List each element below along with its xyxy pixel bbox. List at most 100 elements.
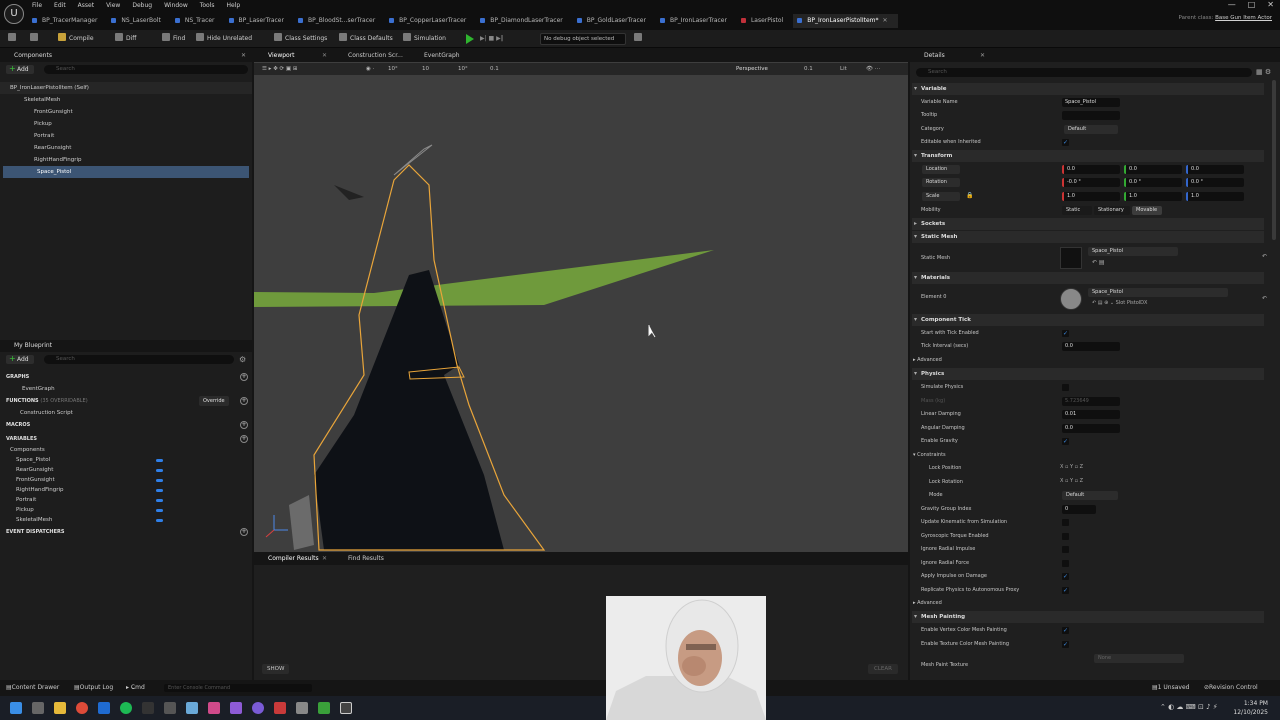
add-function-icon[interactable]: +: [240, 397, 248, 405]
app-icon[interactable]: [208, 702, 220, 714]
outlook-icon[interactable]: [98, 702, 110, 714]
simulation-button[interactable]: Simulation: [403, 33, 446, 45]
variable-item[interactable]: FrontGunsight: [0, 475, 252, 485]
rotation-z-input[interactable]: 0.0 °: [1186, 178, 1244, 187]
lock-icon[interactable]: 🔒: [966, 192, 973, 199]
menu-help[interactable]: Help: [221, 1, 247, 11]
menu-file[interactable]: File: [26, 1, 48, 11]
add-graph-icon[interactable]: +: [240, 373, 248, 381]
tab-ns-tracer[interactable]: NS_Tracer: [171, 14, 225, 28]
close-tab-icon[interactable]: ✕: [322, 552, 327, 565]
tick-interval-input[interactable]: 0.0: [1062, 342, 1120, 351]
materials-section[interactable]: Materials: [912, 272, 1264, 284]
tree-item-rear-gunsight[interactable]: RearGunsight: [0, 142, 252, 154]
location-snap-value[interactable]: 10: [422, 64, 429, 74]
mass-input[interactable]: 5.723649: [1062, 397, 1120, 406]
variable-item[interactable]: Portrait: [0, 495, 252, 505]
add-macro-icon[interactable]: +: [240, 421, 248, 429]
tree-item-self[interactable]: BP_IronLaserPistolItem (Self): [0, 82, 252, 94]
tab-bp-tracer-manager[interactable]: BP_TracerManager: [28, 14, 107, 28]
app-icon[interactable]: [252, 702, 264, 714]
show-flags-icon[interactable]: 👁 ⋯: [866, 64, 880, 74]
tab-bp-laser-tracer[interactable]: BP_LaserTracer: [225, 14, 294, 28]
play-icon[interactable]: [466, 34, 474, 44]
file-explorer-icon[interactable]: [54, 702, 66, 714]
windows-start-icon[interactable]: [10, 702, 22, 714]
details-scrollbar[interactable]: [1272, 80, 1276, 240]
gyroscopic-checkbox[interactable]: [1062, 533, 1069, 540]
cmd-dropdown[interactable]: ▸ Cmd ⌄: [126, 680, 145, 696]
physics-section[interactable]: Physics: [912, 368, 1264, 380]
output-log-button[interactable]: ▤ Output Log: [74, 680, 113, 696]
class-defaults-button[interactable]: Class Defaults: [339, 33, 393, 45]
lit-dropdown[interactable]: Lit: [840, 64, 847, 74]
rotation-y-input[interactable]: 0.0 °: [1124, 178, 1182, 187]
find-button[interactable]: Find: [162, 33, 185, 45]
lock-rotation-axes[interactable]: X ▫ Y ▫ Z: [1060, 478, 1083, 484]
advanced-expander-physics[interactable]: ▸ Advanced: [913, 598, 942, 608]
tab-viewport[interactable]: Viewport: [268, 50, 295, 62]
parent-class-link[interactable]: Base Gun Item Actor: [1215, 15, 1272, 21]
perspective-dropdown[interactable]: Perspective: [736, 64, 768, 74]
element0-dropdown[interactable]: Space_Pistol: [1088, 288, 1228, 297]
linear-damping-input[interactable]: 0.01: [1062, 410, 1120, 419]
components-search-input[interactable]: Search: [44, 65, 248, 74]
hide-unrelated-button[interactable]: Hide Unrelated: [196, 33, 252, 45]
variable-name-input[interactable]: Space_Pistol: [1062, 98, 1120, 107]
variable-item[interactable]: RearGunsight: [0, 465, 252, 475]
show-dropdown[interactable]: SHOW: [262, 664, 290, 674]
mesh-paint-texture-dropdown[interactable]: None: [1094, 654, 1184, 663]
app-icon[interactable]: [186, 702, 198, 714]
tree-item-front-gunsight[interactable]: FrontGunsight: [0, 106, 252, 118]
unreal-logo-icon[interactable]: U: [4, 4, 24, 24]
location-dropdown[interactable]: Location: [922, 165, 960, 174]
tab-find-results[interactable]: Find Results: [348, 552, 384, 565]
browse-button[interactable]: [30, 33, 41, 45]
gear-icon[interactable]: ⚙: [239, 355, 246, 364]
3d-scene[interactable]: [254, 75, 908, 552]
compile-button[interactable]: Compile: [58, 33, 94, 45]
update-kinematic-checkbox[interactable]: [1062, 519, 1069, 526]
add-dispatcher-icon[interactable]: +: [240, 528, 248, 536]
content-drawer-button[interactable]: ▤ Content Drawer: [6, 680, 59, 696]
transform-section[interactable]: Transform: [912, 150, 1264, 162]
close-window-button[interactable]: ✕: [1267, 0, 1274, 9]
menu-debug[interactable]: Debug: [126, 1, 158, 11]
sockets-section[interactable]: Sockets: [912, 218, 1264, 230]
tab-bp-diamond-laser-tracer[interactable]: BP_DiamondLaserTracer: [476, 14, 573, 28]
variable-item[interactable]: SkeletalMesh: [0, 515, 252, 525]
tree-item-portrait[interactable]: Portrait: [0, 130, 252, 142]
editable-when-inherited-checkbox[interactable]: ✓: [1062, 139, 1069, 146]
static-mesh-section[interactable]: Static Mesh: [912, 231, 1264, 243]
menu-window[interactable]: Window: [158, 1, 194, 11]
blueprint-search-input[interactable]: Search: [44, 355, 234, 364]
scale-dropdown[interactable]: Scale: [922, 192, 960, 201]
advanced-expander[interactable]: ▸ Advanced: [913, 355, 942, 365]
menu-tools[interactable]: Tools: [194, 1, 221, 11]
reset-icon[interactable]: ↶: [1262, 253, 1267, 260]
texture-color-checkbox[interactable]: ✓: [1062, 641, 1069, 648]
mobility-stationary[interactable]: Stationary: [1094, 206, 1130, 215]
apply-impulse-checkbox[interactable]: ✓: [1062, 573, 1069, 580]
close-icon[interactable]: ✕: [241, 50, 246, 62]
add-variable-icon[interactable]: +: [240, 435, 248, 443]
ignore-radial-force-checkbox[interactable]: [1062, 560, 1069, 567]
chrome-icon[interactable]: [76, 702, 88, 714]
tab-event-graph[interactable]: EventGraph: [424, 50, 460, 62]
tooltip-input[interactable]: [1062, 111, 1120, 120]
macros-section[interactable]: MACROS +: [0, 418, 252, 432]
event-graph-item[interactable]: EventGraph: [0, 384, 252, 394]
mode-dropdown[interactable]: Default: [1062, 491, 1118, 500]
tree-item-skeletal-mesh[interactable]: SkeletalMesh: [0, 94, 252, 106]
revision-control-button[interactable]: ⊘ Revision Control: [1204, 680, 1258, 696]
location-z-input[interactable]: 0.0: [1186, 165, 1244, 174]
tree-item-right-hand-fingrip[interactable]: RightHandFingrip: [0, 154, 252, 166]
menu-edit[interactable]: Edit: [48, 1, 72, 11]
details-search-input[interactable]: Search: [916, 68, 1252, 77]
tab-construction-script[interactable]: Construction Scr...: [348, 50, 403, 62]
surface-snap-icon[interactable]: ◉ ·: [366, 64, 374, 74]
step-icon[interactable]: ▶| ■ ▶‖: [480, 33, 504, 45]
browse-asset-icon[interactable]: ↶ ▤ ⊕ ⌄: [1092, 300, 1114, 306]
terminal-icon[interactable]: [142, 702, 154, 714]
mobility-movable[interactable]: Movable: [1132, 206, 1162, 215]
